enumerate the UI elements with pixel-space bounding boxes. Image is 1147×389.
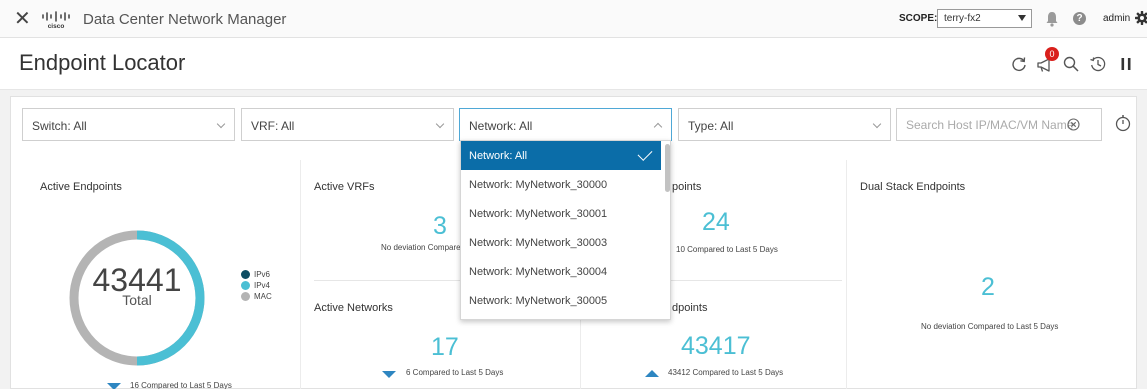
trend-up-icon xyxy=(645,370,659,377)
vrf-filter[interactable]: VRF: All xyxy=(241,108,454,141)
gear-icon[interactable] xyxy=(1135,11,1147,25)
dual-stack-title: Dual Stack Endpoints xyxy=(860,181,966,193)
notification-badge[interactable]: 0 xyxy=(1045,47,1059,61)
endpoints-card-value-2: 43417 xyxy=(681,332,751,360)
chevron-down-icon xyxy=(872,119,882,129)
legend-ipv6: IPv6 xyxy=(241,270,271,279)
dropdown-option-label: Network: MyNetwork_30001 xyxy=(469,208,608,220)
legend-label: MAC xyxy=(254,292,272,301)
type-filter[interactable]: Type: All xyxy=(678,108,891,141)
network-filter[interactable]: Network: All xyxy=(459,108,672,141)
dropdown-option[interactable]: Network: MyNetwork_30003 xyxy=(461,228,661,257)
chevron-up-icon xyxy=(653,122,663,132)
dropdown-option-label: Network: MyNetwork_30000 xyxy=(469,179,608,191)
top-bar: ✕ cisco Data Center Network Manager SCOP… xyxy=(0,0,1147,38)
chevron-down-icon xyxy=(1018,15,1026,21)
dropdown-option[interactable]: Network: MyNetwork_30000 xyxy=(461,170,661,199)
legend-label: IPv6 xyxy=(254,270,271,279)
legend-dot xyxy=(241,270,250,279)
switch-filter[interactable]: Switch: All xyxy=(22,108,235,141)
total-label: Total xyxy=(122,292,152,308)
endpoints-caption: 16 Compared to Last 5 Days xyxy=(130,381,232,389)
page-title: Endpoint Locator xyxy=(19,50,186,75)
app-title: Data Center Network Manager xyxy=(83,11,287,28)
search-icon[interactable] xyxy=(1062,55,1080,73)
network-dropdown-menu: Network: All Network: MyNetwork_30000 Ne… xyxy=(460,140,671,320)
user-name[interactable]: admin xyxy=(1103,13,1130,24)
dropdown-option-label: Network: MyNetwork_30004 xyxy=(469,266,608,278)
chevron-down-icon xyxy=(435,119,445,129)
dropdown-option[interactable]: Network: MyNetwork_30005 xyxy=(461,286,661,315)
dropdown-option-label: Network: MyNetwork_30003 xyxy=(469,237,608,249)
active-networks-value: 17 xyxy=(431,333,459,361)
bell-icon[interactable] xyxy=(1045,11,1059,27)
active-vrfs-value: 3 xyxy=(433,212,447,240)
trend-down-icon xyxy=(107,383,121,389)
switch-filter-label: Switch: All xyxy=(32,119,87,133)
help-icon[interactable]: ? xyxy=(1073,12,1086,25)
trend-down-icon xyxy=(382,371,396,378)
legend-dot xyxy=(241,281,250,290)
dropdown-scrollbar[interactable] xyxy=(665,144,670,192)
close-icon[interactable]: ✕ xyxy=(14,9,31,29)
vrf-filter-label: VRF: All xyxy=(251,119,295,133)
card-divider xyxy=(846,160,847,389)
endpoints-card-value: 24 xyxy=(702,208,730,236)
legend-mac: MAC xyxy=(241,292,272,301)
dropdown-option-label: Network: All xyxy=(469,150,528,162)
legend-dot xyxy=(241,292,250,301)
active-networks-caption: 6 Compared to Last 5 Days xyxy=(406,368,504,377)
card-divider xyxy=(300,160,301,389)
active-networks-title: Active Networks xyxy=(314,302,393,314)
endpoints-card-title-2: dpoints xyxy=(672,302,708,314)
network-filter-label: Network: All xyxy=(469,119,533,133)
endpoints-card-caption-2: 43412 Compared to Last 5 Days xyxy=(668,368,784,377)
active-endpoints-title: Active Endpoints xyxy=(40,181,122,193)
scope-select[interactable]: terry-fx2 xyxy=(937,9,1032,28)
page-header: Endpoint Locator 0 xyxy=(0,38,1147,90)
clear-icon[interactable] xyxy=(1066,117,1081,132)
scope-label: SCOPE: xyxy=(899,13,938,24)
legend-label: IPv4 xyxy=(254,281,271,290)
svg-text:cisco: cisco xyxy=(48,23,65,29)
refresh-icon[interactable] xyxy=(1010,55,1028,73)
type-filter-label: Type: All xyxy=(688,119,734,133)
cisco-logo: cisco xyxy=(42,11,70,29)
timer-icon[interactable] xyxy=(1114,113,1132,133)
scope-value: terry-fx2 xyxy=(944,13,981,24)
chevron-down-icon xyxy=(216,119,226,129)
pause-icon[interactable] xyxy=(1117,55,1135,73)
dual-stack-value: 2 xyxy=(981,273,995,301)
endpoints-card-title: points xyxy=(672,181,702,193)
active-vrfs-caption: No deviation Compared xyxy=(381,243,466,252)
active-vrfs-title: Active VRFs xyxy=(314,181,375,193)
dropdown-option-label: Network: MyNetwork_30005 xyxy=(469,295,608,307)
endpoints-card-caption: 10 Compared to Last 5 Days xyxy=(676,245,778,254)
dropdown-option[interactable]: Network: MyNetwork_30001 xyxy=(461,199,661,228)
history-icon[interactable] xyxy=(1089,55,1107,73)
legend-ipv4: IPv4 xyxy=(241,281,271,290)
dual-stack-caption: No deviation Compared to Last 5 Days xyxy=(921,322,1059,331)
dropdown-option[interactable]: Network: MyNetwork_30004 xyxy=(461,257,661,286)
checkmark-icon xyxy=(637,146,653,161)
dropdown-option-all[interactable]: Network: All xyxy=(461,141,661,170)
